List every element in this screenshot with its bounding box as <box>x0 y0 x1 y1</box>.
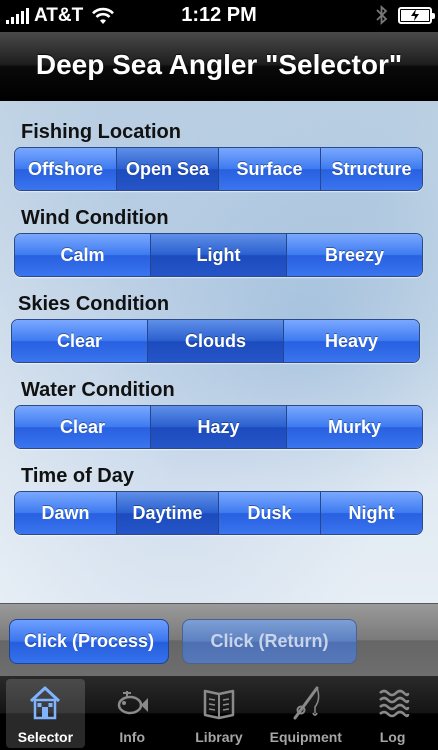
house-icon <box>30 686 61 720</box>
segment-heavy[interactable]: Heavy <box>283 320 419 362</box>
segment-daytime[interactable]: Daytime <box>116 492 218 534</box>
return-button[interactable]: Click (Return) <box>182 619 357 664</box>
page-title: Deep Sea Angler "Selector" <box>35 49 403 80</box>
tab-bar: Selector Info Library Equipment Log <box>0 676 438 750</box>
tab-log[interactable]: Log <box>349 676 436 750</box>
wind-condition-segmented-control: Calm Light Breezy <box>14 233 423 277</box>
time-of-day-segmented-control: Dawn Daytime Dusk Night <box>14 491 423 535</box>
fish-icon <box>117 691 149 715</box>
segment-dawn[interactable]: Dawn <box>15 492 116 534</box>
tab-selector[interactable]: Selector <box>2 676 89 750</box>
skies-condition-label: Skies Condition <box>18 293 170 315</box>
waves-icon <box>378 689 409 718</box>
status-time: 1:12 PM <box>181 4 257 26</box>
segment-murky[interactable]: Murky <box>286 406 422 448</box>
process-button[interactable]: Click (Process) <box>9 619 169 664</box>
tab-equipment[interactable]: Equipment <box>262 676 349 750</box>
segment-offshore[interactable]: Offshore <box>15 148 116 190</box>
segment-clear-water[interactable]: Clear <box>15 406 150 448</box>
wind-condition-label: Wind Condition <box>21 207 169 229</box>
segment-breezy[interactable]: Breezy <box>286 234 422 276</box>
segment-surface[interactable]: Surface <box>218 148 320 190</box>
segment-open-sea[interactable]: Open Sea <box>116 148 218 190</box>
navigation-bar: Deep Sea Angler "Selector" <box>0 32 438 100</box>
action-bar: Click (Process) Click (Return) <box>0 603 438 676</box>
segment-clear-skies[interactable]: Clear <box>12 320 147 362</box>
tab-label-log: Log <box>379 729 406 745</box>
fishing-location-segmented-control: Offshore Open Sea Surface Structure <box>14 147 423 191</box>
selector-panel: Fishing Location Offshore Open Sea Surfa… <box>0 101 438 603</box>
book-icon <box>203 689 235 720</box>
segment-light[interactable]: Light <box>150 234 286 276</box>
fishing-rod-icon <box>293 686 320 720</box>
tab-label-library: Library <box>195 729 243 745</box>
segment-hazy[interactable]: Hazy <box>150 406 286 448</box>
water-condition-segmented-control: Clear Hazy Murky <box>14 405 423 449</box>
segment-night[interactable]: Night <box>320 492 422 534</box>
tab-label-equipment: Equipment <box>269 729 342 745</box>
time-of-day-label: Time of Day <box>21 465 134 487</box>
tab-label-selector: Selector <box>17 729 74 745</box>
bluetooth-icon <box>376 5 388 25</box>
fishing-location-label: Fishing Location <box>21 121 181 143</box>
status-bar: AT&T 1:12 PM <box>0 0 438 32</box>
tab-library[interactable]: Library <box>176 676 263 750</box>
segment-structure[interactable]: Structure <box>320 148 422 190</box>
segment-dusk[interactable]: Dusk <box>218 492 320 534</box>
tab-info[interactable]: Info <box>89 676 176 750</box>
skies-condition-segmented-control: Clear Clouds Heavy <box>11 319 420 363</box>
segment-clouds[interactable]: Clouds <box>147 320 283 362</box>
segment-calm[interactable]: Calm <box>15 234 150 276</box>
tab-label-info: Info <box>119 729 146 745</box>
battery-icon <box>398 6 435 24</box>
water-condition-label: Water Condition <box>21 379 175 401</box>
